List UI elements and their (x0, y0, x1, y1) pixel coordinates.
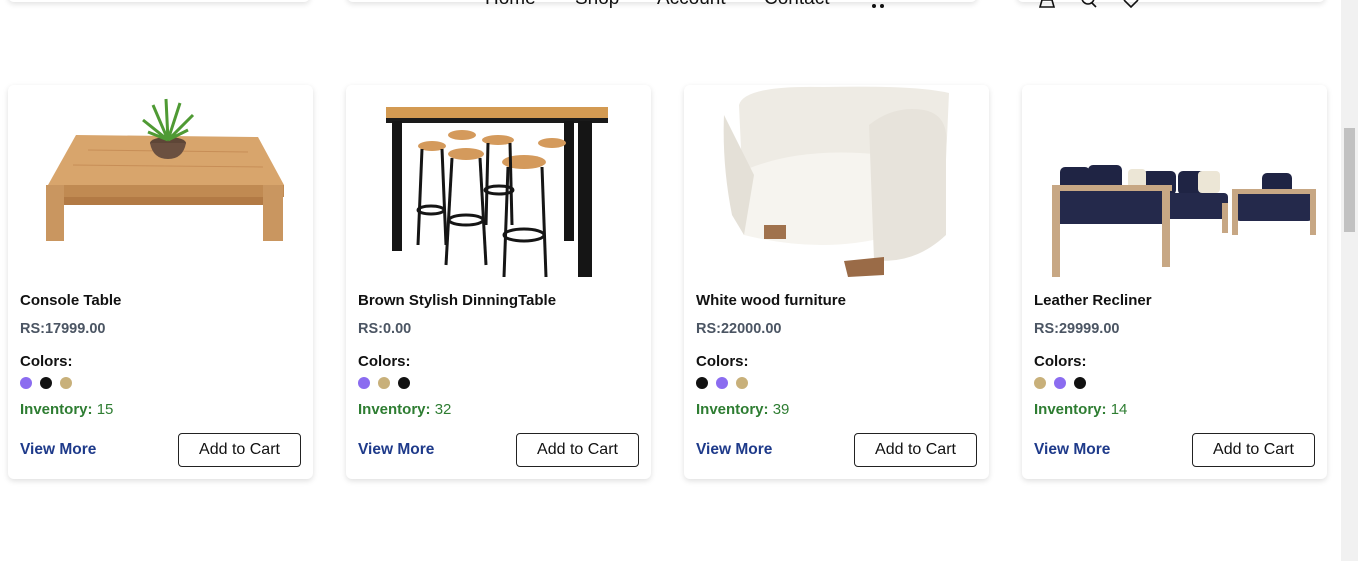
nav-links: Home Shop Account Contact (347, 0, 977, 9)
view-more-link[interactable]: View More (358, 441, 434, 459)
nav-link-shop[interactable]: Shop (575, 0, 619, 9)
color-swatch[interactable] (20, 377, 32, 389)
inventory-value: 39 (772, 401, 790, 418)
colors-label: Colors: (20, 353, 73, 370)
add-to-cart-button[interactable]: Add to Cart (854, 433, 977, 467)
color-swatch[interactable] (378, 377, 390, 389)
colors-label: Colors: (358, 353, 411, 370)
product-card: Console Table RS:17999.00 Colors: Invent… (8, 85, 313, 479)
colors-label: Colors: (1034, 353, 1087, 370)
product-title[interactable]: Brown Stylish DinningTable (358, 292, 556, 309)
color-swatches (20, 377, 72, 389)
add-to-cart-button[interactable]: Add to Cart (178, 433, 301, 467)
nav-link-account[interactable]: Account (657, 0, 726, 9)
inventory-label: Inventory: (1034, 401, 1107, 418)
add-to-cart-button[interactable]: Add to Cart (1192, 433, 1315, 467)
inventory-label: Inventory: (20, 401, 93, 418)
nav-link-home[interactable]: Home (485, 0, 536, 9)
inventory-value: 32 (434, 401, 452, 418)
product-image[interactable] (1022, 85, 1327, 281)
header-logo-area (8, 0, 310, 2)
inventory: Inventory: 15 (20, 401, 113, 418)
vertical-scrollbar[interactable] (1341, 0, 1358, 561)
product-price: RS:22000.00 (696, 321, 782, 337)
inventory-label: Inventory: (358, 401, 431, 418)
inventory-value: 14 (1110, 401, 1128, 418)
product-title[interactable]: White wood furniture (696, 292, 846, 309)
product-price: RS:29999.00 (1034, 321, 1120, 337)
add-to-cart-button[interactable]: Add to Cart (516, 433, 639, 467)
inventory: Inventory: 39 (696, 401, 789, 418)
scrollbar-thumb[interactable] (1344, 128, 1355, 232)
color-swatches (1034, 377, 1086, 389)
inventory: Inventory: 32 (358, 401, 451, 418)
color-swatch[interactable] (736, 377, 748, 389)
inventory: Inventory: 14 (1034, 401, 1127, 418)
view-more-link[interactable]: View More (1034, 441, 1110, 459)
product-card: Leather Recliner RS:29999.00 Colors: Inv… (1022, 85, 1327, 479)
page: Home Shop Account Contact (0, 0, 1358, 561)
inventory-value: 15 (96, 401, 114, 418)
color-swatch[interactable] (1054, 377, 1066, 389)
product-price: RS:0.00 (358, 321, 412, 337)
top-nav: Home Shop Account Contact (347, 0, 1325, 9)
inventory-label: Inventory: (696, 401, 769, 418)
product-price: RS:17999.00 (20, 321, 106, 337)
product-title[interactable]: Console Table (20, 292, 121, 309)
product-card: White wood furniture RS:22000.00 Colors:… (684, 85, 989, 479)
color-swatches (358, 377, 410, 389)
colors-label: Colors: (696, 353, 749, 370)
product-image[interactable] (346, 85, 651, 281)
color-swatches (696, 377, 748, 389)
product-title[interactable]: Leather Recliner (1034, 292, 1152, 309)
nav-link-contact[interactable]: Contact (764, 0, 829, 9)
color-swatch[interactable] (60, 377, 72, 389)
product-image[interactable] (8, 85, 313, 281)
nav-actions (1017, 0, 1325, 9)
product-grid: Console Table RS:17999.00 Colors: Invent… (8, 85, 1327, 479)
color-swatch[interactable] (398, 377, 410, 389)
product-card: Brown Stylish DinningTable RS:0.00 Color… (346, 85, 651, 479)
color-swatch[interactable] (1034, 377, 1046, 389)
color-swatch[interactable] (716, 377, 728, 389)
color-swatch[interactable] (1074, 377, 1086, 389)
color-swatch[interactable] (40, 377, 52, 389)
view-more-link[interactable]: View More (20, 441, 96, 459)
color-swatch[interactable] (696, 377, 708, 389)
product-image[interactable] (684, 85, 989, 281)
view-more-link[interactable]: View More (696, 441, 772, 459)
color-swatch[interactable] (358, 377, 370, 389)
